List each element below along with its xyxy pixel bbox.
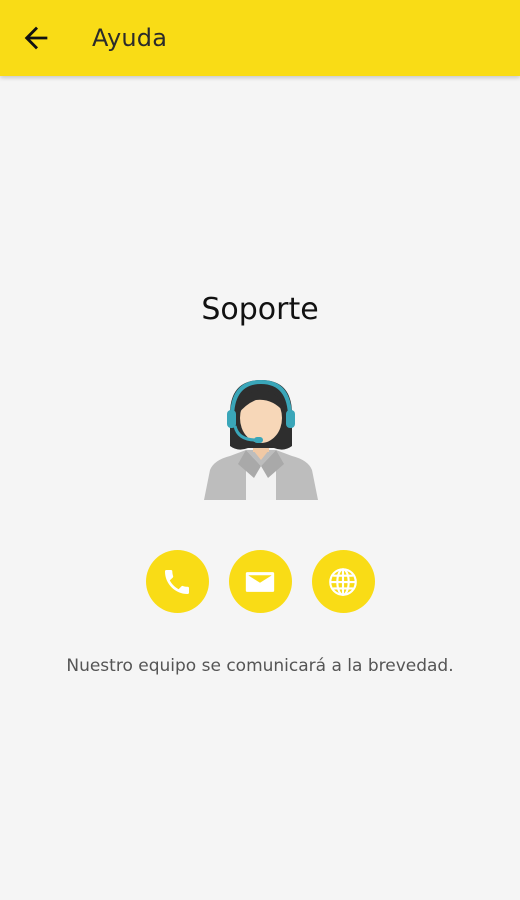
page-title: Ayuda [92,24,168,52]
phone-icon [165,569,189,594]
back-button[interactable] [10,12,62,64]
support-title: Soporte [201,292,319,327]
globe-icon [329,567,357,596]
web-button[interactable] [311,550,375,613]
contact-actions [0,550,520,613]
arrow-left-icon [24,26,48,50]
support-agent-icon [204,379,318,500]
mail-icon [245,571,275,592]
app-bar: Ayuda [0,0,520,76]
email-button[interactable] [228,550,292,613]
support-message: Nuestro equipo se comunicará a la breved… [66,656,454,676]
call-button[interactable] [145,550,209,613]
